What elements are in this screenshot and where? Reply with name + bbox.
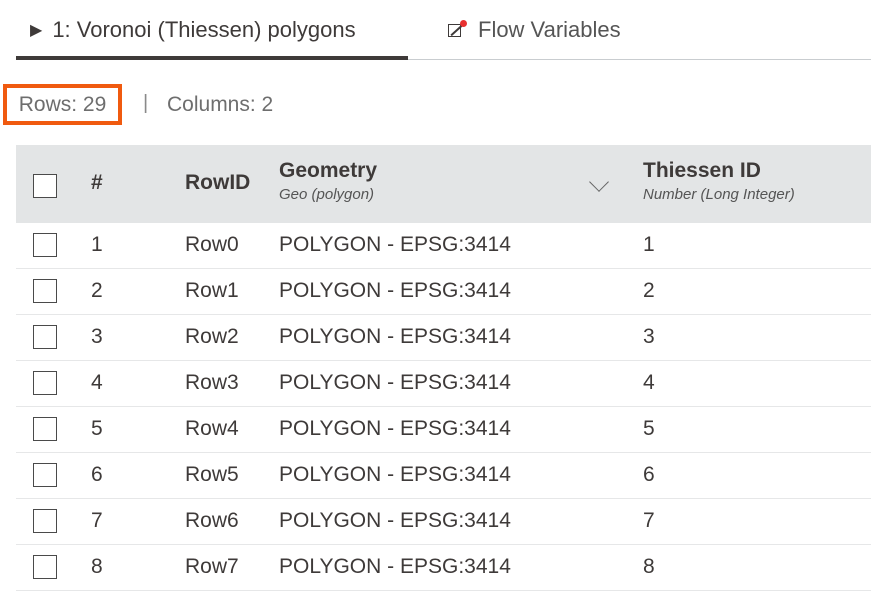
row-thiessen-id: 1 [643,233,655,256]
chevron-down-icon[interactable] [589,172,609,192]
header-thiessen-id-type: Number (Long Integer) [643,186,795,203]
tab-flow-variables[interactable]: Flow Variables [446,0,621,60]
row-geometry: POLYGON - EPSG:3414 [279,463,511,486]
row-checkbox[interactable] [33,371,57,395]
header-geometry-title: Geometry [279,159,378,182]
row-index: 1 [91,233,103,256]
row-id: Row6 [185,509,239,532]
header-rowid[interactable]: RowID [185,171,250,195]
header-index: # [91,171,103,194]
row-geometry: POLYGON - EPSG:3414 [279,417,511,440]
row-geometry: POLYGON - EPSG:3414 [279,325,511,348]
row-id: Row4 [185,417,239,440]
tab-bar: ▶ 1: Voronoi (Thiessen) polygons Flow Va… [16,0,871,60]
table-row: 1 Row0 POLYGON - EPSG:3414 1 [16,223,871,269]
data-table: # RowID Geometry Geo (polygon) Thiessen … [16,145,871,591]
row-thiessen-id: 8 [643,555,655,578]
table-row: 6 Row5 POLYGON - EPSG:3414 6 [16,453,871,499]
tab-label: 1: Voronoi (Thiessen) polygons [52,17,356,42]
row-index: 6 [91,463,103,486]
header-thiessen-id[interactable]: Thiessen ID Number (Long Integer) [643,159,795,203]
select-all-checkbox[interactable] [33,174,57,198]
row-index: 2 [91,279,103,302]
header-geometry[interactable]: Geometry Geo (polygon) [279,159,377,203]
play-triangle-icon: ▶ [30,22,43,39]
rows-count-label: Rows: 29 [18,92,107,116]
table-row: 2 Row1 POLYGON - EPSG:3414 2 [16,269,871,315]
row-checkbox[interactable] [33,555,57,579]
flow-variable-icon [446,20,468,40]
row-id: Row5 [185,463,239,486]
row-thiessen-id: 5 [643,417,655,440]
row-thiessen-id: 4 [643,371,655,394]
row-checkbox[interactable] [33,325,57,349]
row-geometry: POLYGON - EPSG:3414 [279,509,511,532]
row-thiessen-id: 6 [643,463,655,486]
table-row: 4 Row3 POLYGON - EPSG:3414 4 [16,361,871,407]
row-id: Row1 [185,279,239,302]
table-row: 8 Row7 POLYGON - EPSG:3414 8 [16,545,871,591]
row-thiessen-id: 3 [643,325,655,348]
row-checkbox[interactable] [33,509,57,533]
stats-separator: | [143,92,149,114]
row-thiessen-id: 2 [643,279,655,302]
row-index: 8 [91,555,103,578]
row-geometry: POLYGON - EPSG:3414 [279,233,511,256]
tab-label: Flow Variables [478,17,621,42]
table-header: # RowID Geometry Geo (polygon) Thiessen … [16,145,871,223]
row-geometry: POLYGON - EPSG:3414 [279,279,511,302]
row-thiessen-id: 7 [643,509,655,532]
rows-count: Rows: 29 [3,84,122,125]
table-row: 7 Row6 POLYGON - EPSG:3414 7 [16,499,871,545]
row-geometry: POLYGON - EPSG:3414 [279,555,511,578]
row-id: Row2 [185,325,239,348]
columns-count: Columns: 2 [167,93,274,116]
row-checkbox[interactable] [33,279,57,303]
row-checkbox[interactable] [33,463,57,487]
row-id: Row3 [185,371,239,394]
row-checkbox[interactable] [33,417,57,441]
table-body: 1 Row0 POLYGON - EPSG:3414 1 2 Row1 POLY… [16,223,871,591]
row-index: 5 [91,417,103,440]
table-row: 5 Row4 POLYGON - EPSG:3414 5 [16,407,871,453]
active-tab-indicator [16,56,408,60]
table-row: 3 Row2 POLYGON - EPSG:3414 3 [16,315,871,361]
row-index: 7 [91,509,103,532]
header-geometry-type: Geo (polygon) [279,186,375,203]
row-checkbox[interactable] [33,233,57,257]
row-index: 3 [91,325,103,348]
table-stats: Rows: 29 | Columns: 2 [0,84,600,128]
row-geometry: POLYGON - EPSG:3414 [279,371,511,394]
row-id: Row0 [185,233,239,256]
row-index: 4 [91,371,103,394]
tab-voronoi-polygons[interactable]: ▶ 1: Voronoi (Thiessen) polygons [30,0,356,60]
row-id: Row7 [185,555,239,578]
header-thiessen-id-title: Thiessen ID [643,159,761,182]
